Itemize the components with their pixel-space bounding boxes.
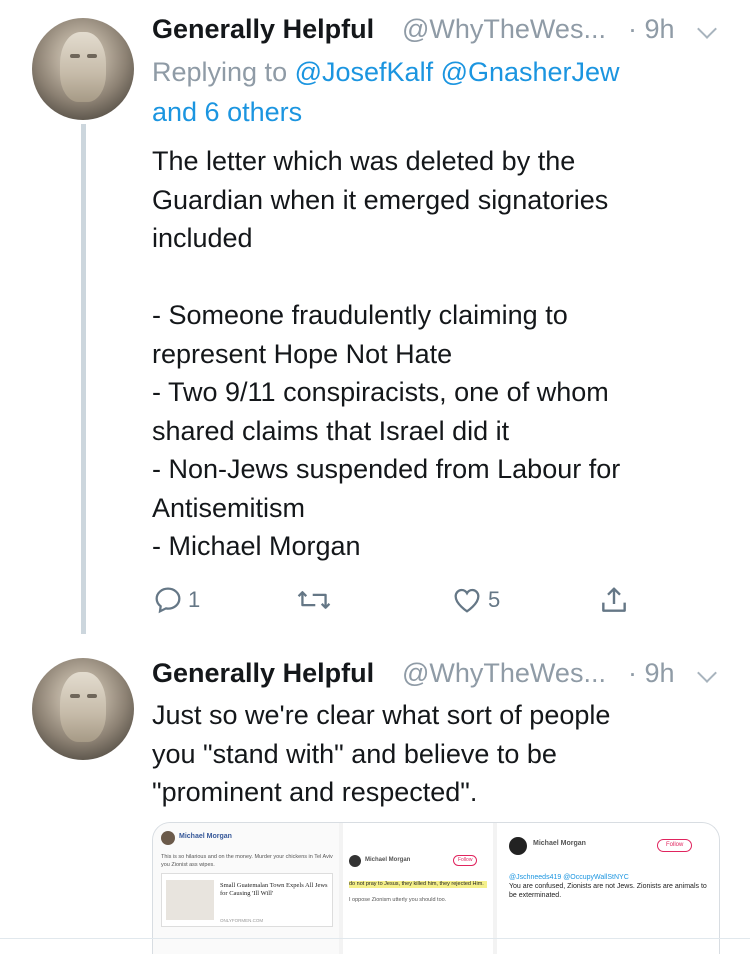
tweet-line: shared claims that Israel did it [152, 415, 510, 446]
panel-mentions: @Jschneeds419 @OccupyWallStNYC [509, 874, 629, 881]
chevron-down-icon[interactable] [697, 663, 717, 683]
retweet-icon [297, 591, 331, 609]
tweet-time[interactable]: · 9h [628, 658, 675, 689]
author-name[interactable]: Generally Helpful [152, 14, 374, 45]
media-panel-2: Michael Morgan Follow do not pray to Jes… [343, 823, 493, 954]
like-icon [454, 588, 480, 613]
tweet-line: Guardian when it emerged signatories [152, 184, 609, 215]
panel-text: You are confused, Zionists are not Jews.… [509, 883, 707, 899]
tweet-line: Just so we're clear what sort of people [152, 700, 611, 730]
follow-button: Follow [453, 855, 478, 866]
tweet-line: you "stand with" and believe to be [152, 738, 557, 769]
panel-avatar [349, 855, 361, 867]
reply-button[interactable]: 1 [152, 580, 200, 620]
media-panel-3: Michael Morgan Follow @Jschneeds419 @Occ… [497, 823, 719, 954]
panel-text: you Zionist ass wipes. [161, 862, 215, 868]
tweet-line: Antisemitism [152, 492, 306, 523]
share-button[interactable] [598, 580, 630, 620]
share-icon [602, 587, 626, 612]
media-panel-1: Michael Morgan This is so hilarious and … [153, 823, 339, 954]
tweet-text: Just so we're clear what sort of people … [152, 696, 727, 812]
reply-count: 1 [188, 587, 201, 612]
avatar-eye [87, 54, 97, 58]
tweet-line: The letter which was deleted by the [152, 146, 576, 176]
tweet-line: included [152, 223, 253, 253]
author-handle[interactable]: @WhyTheWes... [402, 14, 606, 45]
tweet-line: "prominent and respected". [152, 777, 478, 807]
thread-connector-line [81, 124, 86, 634]
panel-author: Michael Morgan [365, 857, 411, 863]
avatar[interactable] [32, 658, 134, 760]
link-card-title: Small Guatemalan Town Expels All Jews fo… [220, 882, 328, 897]
tweet-line: represent Hope Not Hate [152, 338, 453, 369]
avatar-face [60, 672, 106, 742]
tweet-media-image[interactable]: Michael Morgan This is so hilarious and … [152, 822, 720, 954]
link-card: Small Guatemalan Town Expels All Jews fo… [161, 873, 333, 927]
bottom-divider [0, 938, 750, 939]
link-card-domain: ONLYFORMEN.COM [220, 918, 264, 923]
tweet-line: - Someone fraudulently claiming to [152, 300, 568, 330]
panel-avatar [161, 831, 175, 845]
panel-avatar [509, 837, 527, 855]
link-card-thumb [166, 880, 214, 920]
tweet-actions: 1 5 [152, 580, 632, 620]
avatar-eye [87, 694, 97, 698]
panel-text: I oppose Zionism utterly you should too. [349, 897, 447, 903]
reply-prefix: Replying to [152, 57, 288, 87]
panel-author: Michael Morgan [533, 840, 586, 847]
reply-others-link[interactable]: and 6 others [152, 97, 302, 127]
panel-highlighted-text: do not pray to Jesus, they killed him, t… [349, 881, 487, 888]
tweet-line [152, 258, 727, 297]
avatar-eye [70, 694, 80, 698]
retweet-button[interactable] [296, 580, 336, 620]
panel-author: Michael Morgan [179, 833, 232, 840]
tweet-line: - Non-Jews suspended from Labour for [152, 454, 621, 484]
reply-users-link[interactable]: @JosefKalf @GnasherJew [295, 57, 620, 87]
reply-context: Replying to @JosefKalf @GnasherJew and 6… [152, 52, 732, 132]
tweet-line: - Michael Morgan [152, 531, 361, 561]
like-button[interactable]: 5 [450, 580, 500, 620]
avatar[interactable] [32, 18, 134, 120]
avatar-eye [70, 54, 80, 58]
follow-button: Follow [657, 839, 693, 852]
tweet-time[interactable]: · 9h [628, 14, 675, 45]
chevron-down-icon[interactable] [697, 19, 717, 39]
avatar-face [60, 32, 106, 102]
author-name[interactable]: Generally Helpful [152, 658, 374, 689]
tweet-line: - Two 9/11 conspiracists, one of whom [152, 377, 609, 407]
tweet-text: The letter which was deleted by the Guar… [152, 142, 727, 566]
reply-icon [155, 587, 181, 614]
author-handle[interactable]: @WhyTheWes... [402, 658, 606, 689]
like-count: 5 [488, 587, 501, 612]
